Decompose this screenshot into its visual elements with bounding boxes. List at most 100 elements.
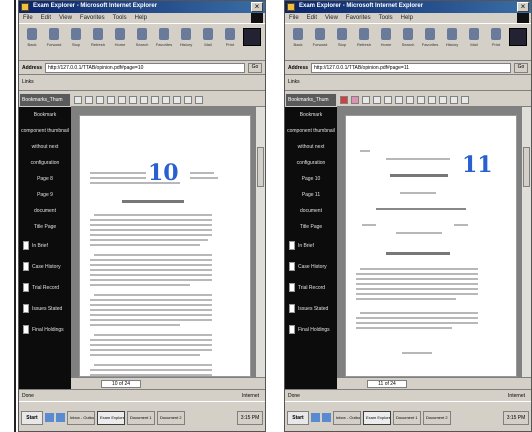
sidebar-item[interactable]: Title Page <box>19 219 71 235</box>
sidebar-item[interactable]: Page 11 <box>285 187 337 203</box>
fit-page-icon[interactable] <box>439 95 447 104</box>
bookmark-item[interactable]: Case History <box>285 256 337 277</box>
bookmark-item[interactable]: Case History <box>19 256 71 277</box>
favorites-button[interactable]: Favorites <box>421 28 439 56</box>
bookmark-item[interactable]: In Brief <box>285 235 337 256</box>
taskbar-button-active[interactable]: Exam Explorer <box>363 410 391 425</box>
stop-button[interactable]: Stop <box>333 28 351 56</box>
select-text-icon[interactable] <box>118 95 126 104</box>
print-icon[interactable] <box>85 95 93 104</box>
sidebar-item[interactable]: document <box>285 203 337 219</box>
quicklaunch-icon[interactable] <box>56 413 65 422</box>
address-input[interactable]: http://127.0.0.1/TTAB/opinion.pdf#page=1… <box>311 62 511 73</box>
print-button[interactable]: Print <box>487 28 505 56</box>
favorites-button[interactable]: Favorites <box>155 28 173 56</box>
home-button[interactable]: Home <box>377 28 395 56</box>
scroll-thumb[interactable] <box>523 147 530 187</box>
fit-page-icon[interactable] <box>173 95 181 104</box>
menu-edit[interactable]: Edit <box>307 15 317 21</box>
sidebar-tab[interactable]: Bookmarks_Thum <box>285 93 337 107</box>
menu-favorites[interactable]: Favorites <box>80 15 105 21</box>
back-button[interactable]: Back <box>289 28 307 56</box>
prev-page-icon[interactable] <box>140 95 148 104</box>
fit-width-icon[interactable] <box>184 95 192 104</box>
next-page-icon[interactable] <box>417 95 425 104</box>
search-button[interactable]: Search <box>133 28 151 56</box>
menu-favorites[interactable]: Favorites <box>346 15 371 21</box>
sidebar-item[interactable]: document <box>19 203 71 219</box>
last-page-icon[interactable] <box>162 95 170 104</box>
document-area[interactable]: 11 <box>337 107 521 377</box>
history-button[interactable]: History <box>443 28 461 56</box>
bookmark-item[interactable]: Issues Stated <box>285 298 337 319</box>
taskbar-button[interactable]: Document 2 <box>423 410 451 425</box>
back-button[interactable]: Back <box>23 28 41 56</box>
title-bar[interactable]: Exam Explorer - Microsoft Internet Explo… <box>19 1 265 13</box>
scroll-thumb[interactable] <box>257 147 264 187</box>
menu-tools[interactable]: Tools <box>113 15 127 21</box>
last-page-icon[interactable] <box>428 95 436 104</box>
sidebar-item[interactable]: Bookmark <box>19 107 71 123</box>
page-number-field[interactable]: 11 of 24 <box>367 380 407 388</box>
menu-view[interactable]: View <box>325 15 338 21</box>
find-icon[interactable] <box>461 95 469 104</box>
taskbar-button[interactable]: Inbox - Outlook <box>67 410 95 425</box>
go-button[interactable]: Go <box>514 62 528 73</box>
mail-button[interactable]: Mail <box>199 28 217 56</box>
taskbar-button[interactable]: Document 1 <box>393 410 421 425</box>
sidebar-item[interactable]: Bookmark <box>285 107 337 123</box>
quicklaunch-icon[interactable] <box>311 413 320 422</box>
sidebar-item[interactable]: Page 9 <box>19 187 71 203</box>
bookmark-item[interactable]: Final Holdings <box>285 319 337 340</box>
save-icon[interactable] <box>74 95 82 104</box>
select-text-icon[interactable] <box>384 95 392 104</box>
sidebar-item[interactable]: without next <box>285 139 337 155</box>
close-icon[interactable]: × <box>517 2 529 12</box>
menu-tools[interactable]: Tools <box>379 15 393 21</box>
hand-icon[interactable] <box>362 95 370 104</box>
document-area[interactable]: 10 <box>71 107 255 377</box>
first-page-icon[interactable] <box>395 95 403 104</box>
refresh-button[interactable]: Refresh <box>89 28 107 56</box>
taskbar-button[interactable]: Inbox - Outlook <box>333 410 361 425</box>
bookmark-item[interactable]: Trial Record <box>19 277 71 298</box>
sidebar-item[interactable]: configuration <box>285 155 337 171</box>
bookmark-item[interactable]: In Brief <box>19 235 71 256</box>
print-button[interactable]: Print <box>221 28 239 56</box>
vertical-scrollbar[interactable] <box>521 107 531 377</box>
sidebar-tab[interactable]: Bookmarks_Thum <box>19 93 71 107</box>
stop-button[interactable]: Stop <box>67 28 85 56</box>
menu-view[interactable]: View <box>59 15 72 21</box>
sidebar-item[interactable]: Title Page <box>285 219 337 235</box>
bookmark-item[interactable]: Final Holdings <box>19 319 71 340</box>
quicklaunch-icon[interactable] <box>45 413 54 422</box>
sidebar-item[interactable]: component thumbnail <box>285 123 337 139</box>
go-button[interactable]: Go <box>248 62 262 73</box>
start-button[interactable]: Start <box>21 410 43 425</box>
vertical-scrollbar[interactable] <box>255 107 265 377</box>
search-button[interactable]: Search <box>399 28 417 56</box>
page-number-field[interactable]: 10 of 24 <box>101 380 141 388</box>
home-button[interactable]: Home <box>111 28 129 56</box>
links-label[interactable]: Links <box>22 79 34 85</box>
title-bar[interactable]: Exam Explorer - Microsoft Internet Explo… <box>285 1 531 13</box>
links-label[interactable]: Links <box>288 79 300 85</box>
forward-button[interactable]: Forward <box>45 28 63 56</box>
sidebar-item[interactable]: Page 10 <box>285 171 337 187</box>
first-page-icon[interactable] <box>129 95 137 104</box>
start-button[interactable]: Start <box>287 410 309 425</box>
mail-button[interactable]: Mail <box>465 28 483 56</box>
save-icon[interactable] <box>340 95 348 104</box>
bookmark-item[interactable]: Trial Record <box>285 277 337 298</box>
menu-edit[interactable]: Edit <box>41 15 51 21</box>
prev-page-icon[interactable] <box>406 95 414 104</box>
menu-help[interactable]: Help <box>401 15 413 21</box>
bookmark-item[interactable]: Issues Stated <box>19 298 71 319</box>
find-icon[interactable] <box>195 95 203 104</box>
taskbar-button-active[interactable]: Exam Explorer <box>97 410 125 425</box>
zoom-icon[interactable] <box>373 95 381 104</box>
address-input[interactable]: http://127.0.0.1/TTAB/opinion.pdf#page=1… <box>45 62 245 73</box>
forward-button[interactable]: Forward <box>311 28 329 56</box>
zoom-icon[interactable] <box>107 95 115 104</box>
sidebar-item[interactable]: Page 8 <box>19 171 71 187</box>
